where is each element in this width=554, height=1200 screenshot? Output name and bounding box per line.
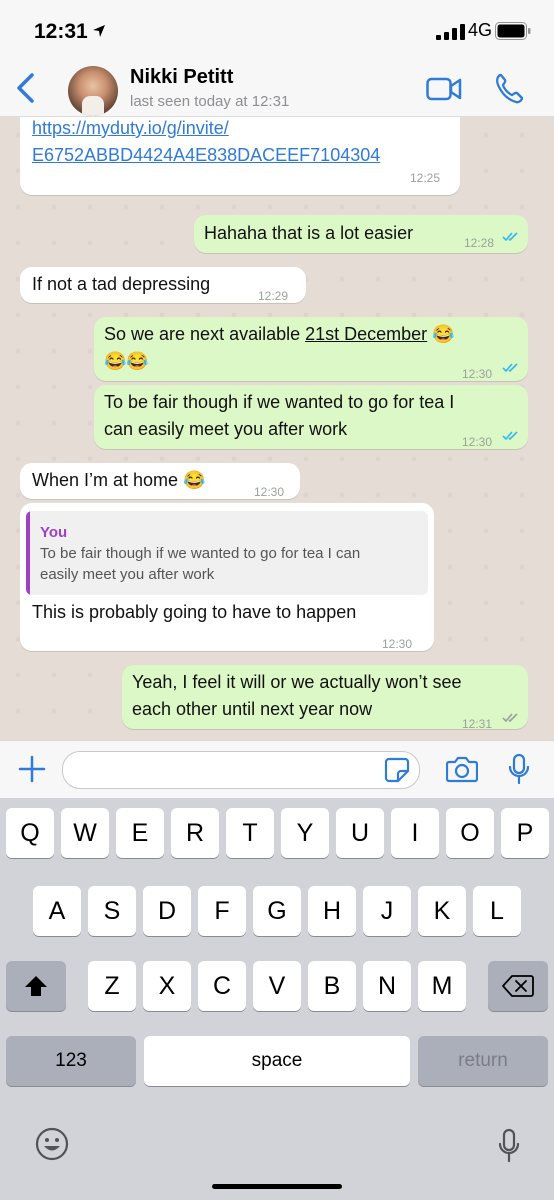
sticker-icon[interactable] <box>384 757 410 783</box>
last-seen-status: last seen today at 12:31 <box>130 93 290 110</box>
key-m[interactable]: M <box>418 961 466 1011</box>
key-r[interactable]: R <box>171 808 219 858</box>
message-time: 12:30 <box>462 435 493 449</box>
contact-name[interactable]: Nikki Petitt <box>130 66 233 89</box>
key-a[interactable]: A <box>33 886 81 936</box>
read-ticks-icon <box>502 232 518 242</box>
message-text-line1: Yeah, I feel it will or we actually won’… <box>132 672 462 692</box>
message-text: So we are next available 21st December 😂… <box>104 324 455 371</box>
key-f[interactable]: F <box>198 886 246 936</box>
message-time: 12:30 <box>382 637 413 651</box>
key-b[interactable]: B <box>308 961 356 1011</box>
message-bubble-outgoing[interactable]: To be fair though if we wanted to go for… <box>94 385 528 449</box>
location-arrow-icon <box>93 25 105 37</box>
message-bubble-incoming[interactable]: If not a tad depressing 12:29 <box>20 267 306 303</box>
chat-header: Nikki Petitt last seen today at 12:31 <box>0 60 554 117</box>
back-chevron-icon[interactable] <box>14 72 36 104</box>
message-text-line2: each other until next year now <box>132 699 373 719</box>
key-k[interactable]: K <box>418 886 466 936</box>
key-v[interactable]: V <box>253 961 301 1011</box>
key-i[interactable]: I <box>391 808 439 858</box>
message-time: 12:30 <box>254 485 285 499</box>
plus-icon[interactable] <box>18 755 46 783</box>
backspace-key[interactable] <box>488 961 548 1011</box>
chat-area[interactable]: https://myduty.io/g/invite/ E6752ABBD442… <box>0 117 554 740</box>
date-link[interactable]: 21st December <box>305 324 427 344</box>
message-bubble-outgoing[interactable]: So we are next available 21st December 😂… <box>94 317 528 381</box>
key-c[interactable]: C <box>198 961 246 1011</box>
key-x[interactable]: X <box>143 961 191 1011</box>
invite-link-line2[interactable]: E6752ABBD4424A4E838DACEEF7104304 <box>32 145 380 165</box>
key-u[interactable]: U <box>336 808 384 858</box>
key-t[interactable]: T <box>226 808 274 858</box>
key-n[interactable]: N <box>363 961 411 1011</box>
message-input[interactable] <box>62 751 420 789</box>
message-time: 12:30 <box>462 367 493 381</box>
return-key[interactable]: return <box>418 1036 548 1086</box>
key-p[interactable]: P <box>501 808 549 858</box>
message-text: If not a tad depressing <box>32 274 211 294</box>
read-ticks-icon <box>502 363 518 373</box>
message-text: This is probably going to have to happen <box>32 602 357 622</box>
message-time: 12:25 <box>410 171 441 185</box>
message-time: 12:29 <box>258 289 289 303</box>
key-j[interactable]: J <box>363 886 411 936</box>
avatar[interactable] <box>68 66 118 116</box>
invite-link-line1[interactable]: https://myduty.io/g/invite/ <box>32 118 229 138</box>
quote-text-line2: easily meet you after work <box>40 566 215 583</box>
key-h[interactable]: H <box>308 886 356 936</box>
battery-icon <box>495 22 531 40</box>
key-o[interactable]: O <box>446 808 494 858</box>
key-d[interactable]: D <box>143 886 191 936</box>
message-time: 12:31 <box>462 717 493 731</box>
space-key[interactable]: space <box>144 1036 410 1086</box>
message-time: 12:28 <box>464 236 495 250</box>
backspace-icon <box>502 975 534 997</box>
dictation-icon[interactable] <box>498 1128 520 1164</box>
emoji-icon[interactable] <box>34 1126 70 1162</box>
message-text-line2: can easily meet you after work <box>104 419 348 439</box>
numbers-key[interactable]: 123 <box>6 1036 136 1086</box>
key-q[interactable]: Q <box>6 808 54 858</box>
signal-icon <box>436 24 465 40</box>
key-w[interactable]: W <box>61 808 109 858</box>
key-s[interactable]: S <box>88 886 136 936</box>
quoted-message[interactable]: You To be fair though if we wanted to go… <box>26 511 428 595</box>
home-indicator <box>212 1184 342 1189</box>
key-l[interactable]: L <box>473 886 521 936</box>
read-ticks-icon <box>502 431 518 441</box>
quote-author: You <box>40 524 68 541</box>
quote-bar <box>26 511 30 595</box>
message-bubble-outgoing[interactable]: Yeah, I feel it will or we actually won’… <box>122 665 528 731</box>
message-text-line1: To be fair though if we wanted to go for… <box>104 392 455 412</box>
key-e[interactable]: E <box>116 808 164 858</box>
message-bubble-outgoing[interactable]: Hahaha that is a lot easier 12:28 <box>194 215 528 253</box>
status-bar: 12:31 4G <box>0 0 554 60</box>
network-type: 4G <box>468 20 493 40</box>
camera-icon[interactable] <box>446 755 478 783</box>
key-g[interactable]: G <box>253 886 301 936</box>
message-bubble-incoming[interactable]: You To be fair though if we wanted to go… <box>20 503 434 651</box>
message-text: When I’m at home 😂 <box>32 470 206 490</box>
status-time: 12:31 <box>34 20 88 43</box>
message-input-bar <box>0 740 554 799</box>
shift-icon <box>25 976 47 996</box>
microphone-icon[interactable] <box>508 753 530 785</box>
message-bubble-incoming[interactable]: https://myduty.io/g/invite/ E6752ABBD442… <box>20 117 460 195</box>
quote-text-line1: To be fair though if we wanted to go for… <box>40 545 361 562</box>
message-text: Hahaha that is a lot easier <box>204 223 414 243</box>
key-z[interactable]: Z <box>88 961 136 1011</box>
delivered-ticks-icon <box>502 713 518 723</box>
message-bubble-incoming[interactable]: When I’m at home 😂 12:30 <box>20 463 300 499</box>
phone-icon[interactable] <box>494 72 524 104</box>
key-y[interactable]: Y <box>281 808 329 858</box>
video-call-icon[interactable] <box>426 76 462 102</box>
shift-key[interactable] <box>6 961 66 1011</box>
